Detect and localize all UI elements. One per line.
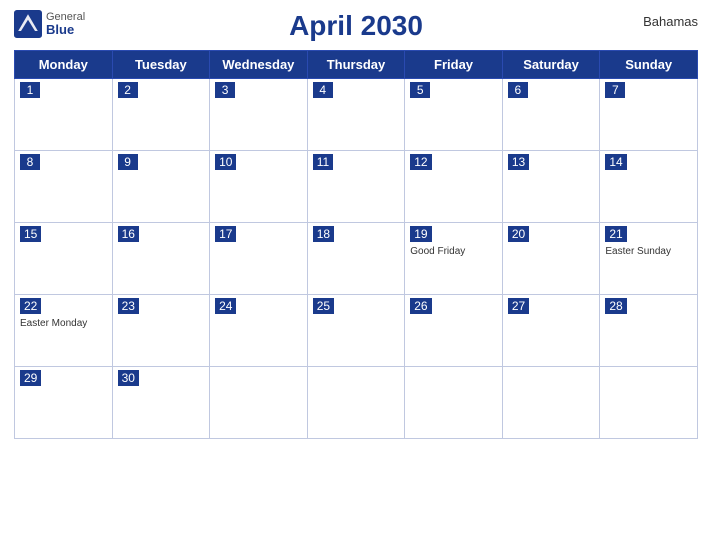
day-number: 1 [20, 82, 40, 98]
day-cell: 23 [112, 295, 210, 367]
day-cell: 13 [502, 151, 600, 223]
day-cell: 9 [112, 151, 210, 223]
header-monday: Monday [15, 51, 113, 79]
day-cell: 27 [502, 295, 600, 367]
header-sunday: Sunday [600, 51, 698, 79]
day-cell: 26 [405, 295, 503, 367]
day-number: 17 [215, 226, 236, 242]
calendar-container: General Blue April 2030 Bahamas Monday T… [0, 0, 712, 550]
day-cell: 12 [405, 151, 503, 223]
day-number: 15 [20, 226, 41, 242]
week-row-4: 22 Easter Monday 23 24 25 26 27 28 [15, 295, 698, 367]
day-number: 30 [118, 370, 139, 386]
day-number: 10 [215, 154, 236, 170]
week-row-3: 15 16 17 18 19 Good Friday 20 21 Easter Sunday [15, 223, 698, 295]
calendar-header: General Blue April 2030 Bahamas [14, 10, 698, 42]
header-tuesday: Tuesday [112, 51, 210, 79]
header-wednesday: Wednesday [210, 51, 308, 79]
holiday-name: Easter Sunday [605, 246, 692, 257]
day-number: 7 [605, 82, 625, 98]
day-cell: 24 [210, 295, 308, 367]
day-cell: 19 Good Friday [405, 223, 503, 295]
day-number: 12 [410, 154, 431, 170]
day-number: 11 [313, 154, 333, 170]
day-cell: 11 [307, 151, 405, 223]
day-cell: 6 [502, 79, 600, 151]
day-number: 23 [118, 298, 139, 314]
day-cell [307, 367, 405, 439]
header-thursday: Thursday [307, 51, 405, 79]
day-cell: 4 [307, 79, 405, 151]
day-cell: 20 [502, 223, 600, 295]
calendar-title: April 2030 [289, 10, 423, 42]
day-cell: 25 [307, 295, 405, 367]
header-friday: Friday [405, 51, 503, 79]
day-cell [502, 367, 600, 439]
weekday-header-row: Monday Tuesday Wednesday Thursday Friday… [15, 51, 698, 79]
day-cell: 29 [15, 367, 113, 439]
day-number: 26 [410, 298, 431, 314]
day-cell: 5 [405, 79, 503, 151]
holiday-name: Good Friday [410, 246, 497, 257]
day-number: 4 [313, 82, 333, 98]
day-cell: 3 [210, 79, 308, 151]
day-cell: 17 [210, 223, 308, 295]
day-number: 16 [118, 226, 139, 242]
day-number: 2 [118, 82, 138, 98]
day-number: 18 [313, 226, 334, 242]
day-number: 3 [215, 82, 235, 98]
day-cell: 15 [15, 223, 113, 295]
day-number: 5 [410, 82, 430, 98]
day-number: 9 [118, 154, 138, 170]
day-number: 8 [20, 154, 40, 170]
holiday-name: Easter Monday [20, 318, 107, 329]
header-saturday: Saturday [502, 51, 600, 79]
day-number: 21 [605, 226, 626, 242]
generalblue-logo-icon [14, 10, 42, 38]
calendar-table: Monday Tuesday Wednesday Thursday Friday… [14, 50, 698, 439]
day-number: 6 [508, 82, 528, 98]
country-label: Bahamas [643, 14, 698, 29]
day-cell: 21 Easter Sunday [600, 223, 698, 295]
day-cell [600, 367, 698, 439]
calendar-body: 12345678910111213141516171819Good Friday… [15, 79, 698, 439]
day-cell: 2 [112, 79, 210, 151]
day-cell: 22 Easter Monday [15, 295, 113, 367]
day-number: 13 [508, 154, 529, 170]
day-number: 29 [20, 370, 41, 386]
day-cell [405, 367, 503, 439]
day-cell: 1 [15, 79, 113, 151]
day-number: 25 [313, 298, 334, 314]
day-number: 24 [215, 298, 236, 314]
day-cell: 7 [600, 79, 698, 151]
day-cell: 16 [112, 223, 210, 295]
logo-area: General Blue [14, 10, 85, 38]
day-cell: 18 [307, 223, 405, 295]
day-cell: 28 [600, 295, 698, 367]
day-cell: 14 [600, 151, 698, 223]
day-number: 19 [410, 226, 431, 242]
logo-text: General Blue [46, 11, 85, 37]
week-row-1: 1 2 3 4 5 6 7 [15, 79, 698, 151]
day-number: 14 [605, 154, 626, 170]
day-number: 22 [20, 298, 41, 314]
week-row-5: 29 30 [15, 367, 698, 439]
day-cell: 30 [112, 367, 210, 439]
day-cell: 8 [15, 151, 113, 223]
week-row-2: 8 9 10 11 12 13 14 [15, 151, 698, 223]
day-cell: 10 [210, 151, 308, 223]
day-number: 27 [508, 298, 529, 314]
day-number: 28 [605, 298, 626, 314]
day-number: 20 [508, 226, 529, 242]
logo-blue: Blue [46, 23, 85, 37]
day-cell [210, 367, 308, 439]
